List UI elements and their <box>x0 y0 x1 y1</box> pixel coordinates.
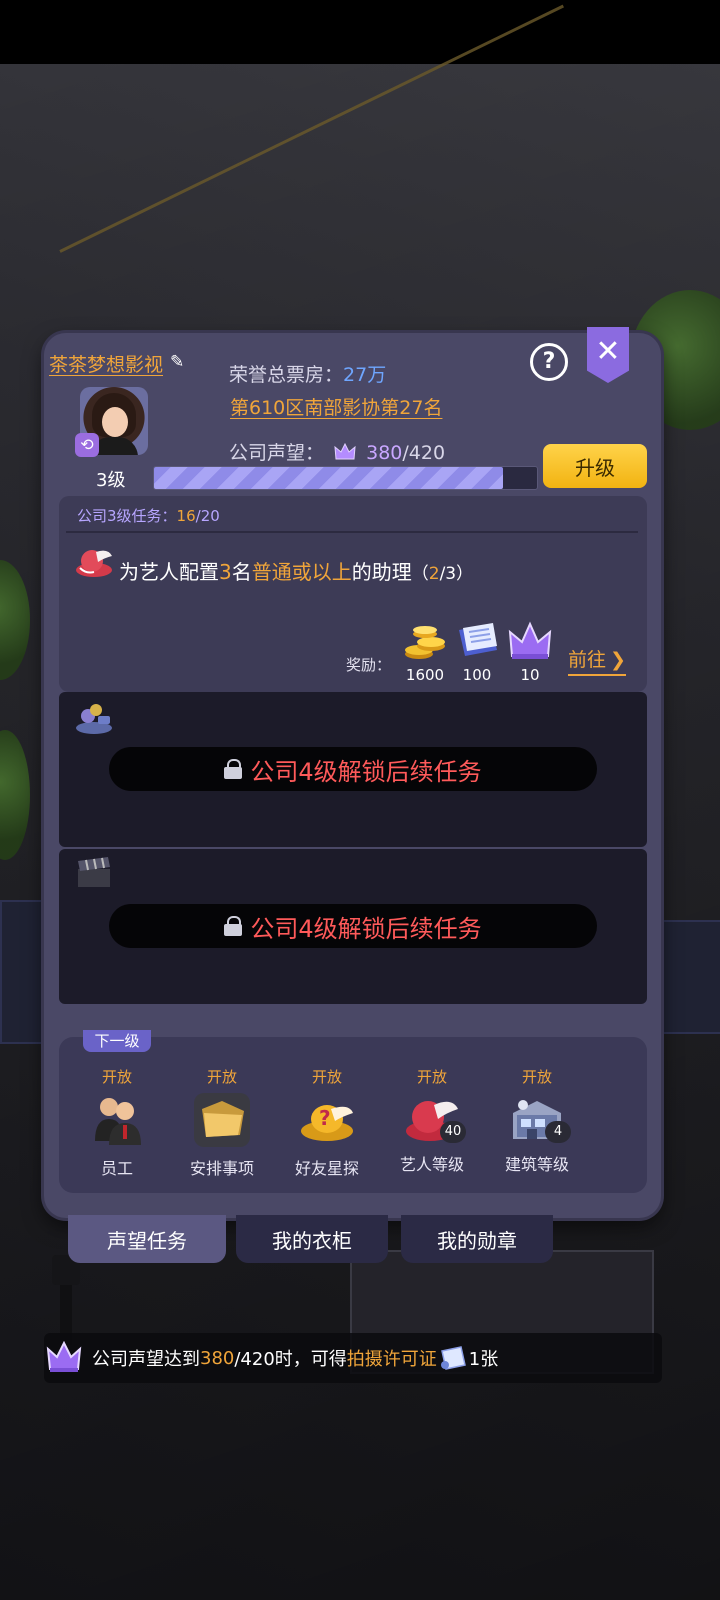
purple-crown-icon <box>334 443 356 460</box>
honor-box-office: 荣誉总票房：27万 <box>229 360 386 387</box>
task-header-label: 公司3级任务： <box>77 507 177 525</box>
honor-value: 27万 <box>343 364 387 386</box>
feature-arrange[interactable]: 开放 安排事项 <box>177 1066 267 1179</box>
purple-crown-icon <box>46 1341 82 1372</box>
swap-avatar-icon[interactable]: ⟲ <box>75 433 99 457</box>
reputation-label: 公司声望： <box>229 442 325 464</box>
rank-link[interactable]: 第610区南部影协第27名 <box>230 393 442 420</box>
reputation-progress-fill <box>154 467 503 489</box>
feature-badge: 4 <box>545 1121 571 1143</box>
feature-building-level[interactable]: 开放 4 建筑等级 <box>492 1066 582 1175</box>
goto-label: 前往 <box>568 649 607 671</box>
reputation-current: 380 <box>366 442 403 464</box>
locked-text: 公司4级解锁后续任务 <box>250 757 482 786</box>
feature-name: 安排事项 <box>189 1159 254 1178</box>
scout-icon <box>76 704 112 734</box>
red-hat-icon: 40 <box>402 1091 466 1149</box>
task-done-count: 16 <box>176 507 196 525</box>
reward-gold: 1600 <box>397 620 453 684</box>
red-hat-icon <box>76 550 112 577</box>
lock-icon <box>224 759 243 779</box>
task-desc-highlight: 普通或以上 <box>251 560 352 584</box>
reputation-row: 公司声望： 380/420 <box>229 438 445 465</box>
task-progress-open: （ <box>411 564 429 584</box>
reward-label: 奖励： <box>346 656 392 674</box>
feature-friend-scout[interactable]: 开放 ? 好友星探 <box>282 1066 372 1179</box>
gold-hat-icon: ? <box>301 1105 353 1141</box>
company-name[interactable]: 茶茶梦想影视 <box>49 350 163 377</box>
purple-crown-icon <box>508 621 552 659</box>
divider <box>66 531 638 533</box>
building-decoration <box>0 900 44 1044</box>
reward-value: 100 <box>462 666 492 684</box>
task-desc-text: 名 <box>231 560 252 584</box>
reputation-notice: 公司声望达到 380/420时，可得 拍摄许可证 1张 <box>44 1333 662 1383</box>
feature-status: 开放 <box>416 1068 447 1086</box>
feature-badge: 40 <box>440 1121 466 1143</box>
notice-number: 380 <box>200 1347 235 1369</box>
tab-wardrobe[interactable]: 我的衣柜 <box>236 1215 388 1263</box>
gold-coins-icon <box>405 626 445 659</box>
goto-button[interactable]: 前往 ❯ <box>568 645 626 676</box>
staff-icon <box>95 1098 141 1145</box>
feature-name: 建筑等级 <box>504 1155 569 1174</box>
task-progress-total: /3） <box>439 564 474 584</box>
edit-pen-icon[interactable]: ✎ <box>170 353 188 371</box>
notice-text: 1张 <box>468 1349 499 1370</box>
tab-reputation-tasks[interactable]: 声望任务 <box>68 1215 226 1263</box>
clapperboard-icon <box>78 857 110 887</box>
feature-status: 开放 <box>521 1068 552 1086</box>
feature-artist-level[interactable]: 开放 40 艺人等级 <box>387 1066 477 1175</box>
reward-reputation: 10 <box>502 620 558 684</box>
locked-text: 公司4级解锁后续任务 <box>250 914 482 943</box>
reward-value: 10 <box>520 666 540 684</box>
task-progress-done: 2 <box>428 564 440 584</box>
feature-name: 员工 <box>100 1159 133 1178</box>
status-bar <box>0 0 720 64</box>
permit-scroll-icon <box>440 1346 466 1370</box>
feature-name: 好友星探 <box>294 1159 359 1178</box>
feature-status: 开放 <box>206 1068 237 1086</box>
notice-permit: 拍摄许可证 <box>346 1349 437 1370</box>
locked-banner: 公司4级解锁后续任务 <box>109 747 597 791</box>
notice-text: /420时，可得 <box>234 1349 347 1370</box>
next-level-tag: 下一级 <box>83 1030 151 1052</box>
svg-text:?: ? <box>319 1106 331 1130</box>
building-icon: 4 <box>507 1091 571 1149</box>
upgrade-button[interactable]: 升级 <box>543 444 647 488</box>
chevron-right-icon: ❯ <box>610 649 626 671</box>
task-desc-number: 3 <box>219 560 232 584</box>
reputation-progress-bar <box>153 466 538 490</box>
lock-icon <box>224 916 243 936</box>
feature-status: 开放 <box>101 1068 132 1086</box>
task-description: 为艺人配置3名普通或以上的助理（2/3） <box>119 556 473 585</box>
notice-text: 公司声望达到 <box>92 1349 200 1370</box>
reputation-max: /420 <box>402 442 446 464</box>
feature-name: 艺人等级 <box>399 1155 464 1174</box>
task-header: 公司3级任务：16/20 <box>77 505 220 526</box>
task-desc-text: 为艺人配置 <box>119 560 219 584</box>
task-desc-text: 的助理 <box>351 560 412 584</box>
company-level: 3级 <box>96 470 126 491</box>
reward-script: 100 <box>449 620 505 684</box>
task-total-count: /20 <box>195 507 220 525</box>
tab-medals[interactable]: 我的勋章 <box>401 1215 553 1263</box>
folder-icon <box>194 1093 250 1147</box>
script-icon <box>459 623 497 656</box>
feature-status: 开放 <box>311 1068 342 1086</box>
feature-staff[interactable]: 开放 员工 <box>72 1066 162 1179</box>
honor-label: 荣誉总票房： <box>229 364 344 386</box>
reward-value: 1600 <box>405 666 445 684</box>
locked-banner: 公司4级解锁后续任务 <box>109 904 597 948</box>
help-icon[interactable]: ? <box>530 343 568 381</box>
